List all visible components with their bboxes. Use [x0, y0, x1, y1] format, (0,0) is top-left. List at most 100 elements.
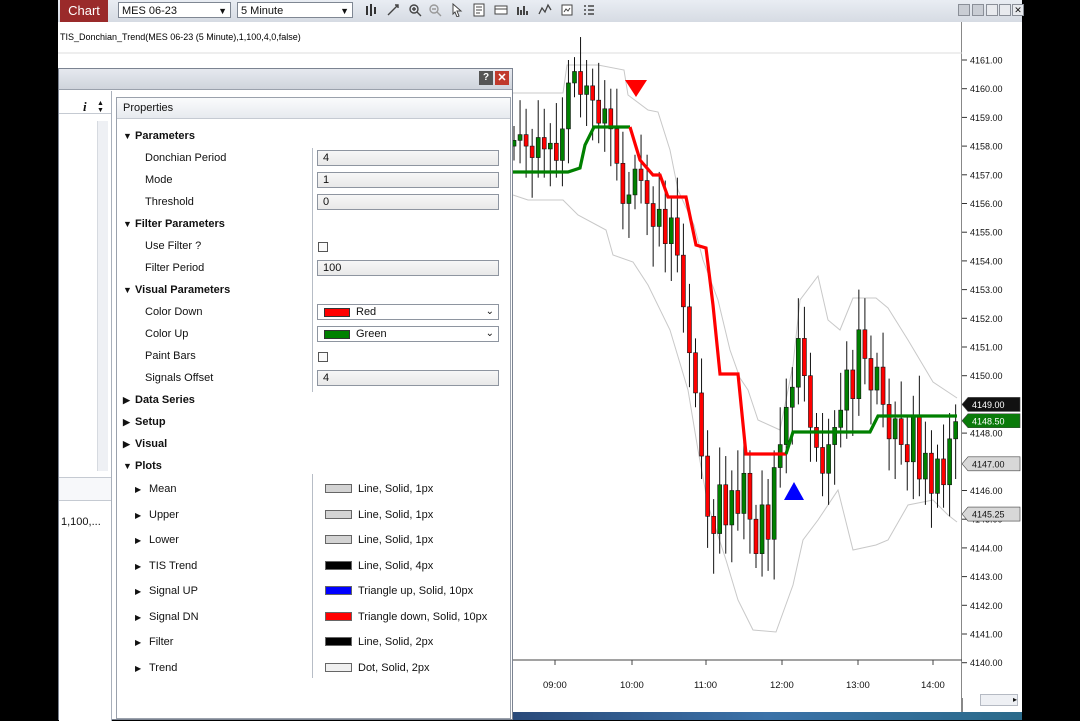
- threshold-input[interactable]: 0: [317, 194, 499, 210]
- templates-icon[interactable]: [560, 3, 574, 17]
- price-tick-label: 4152.00: [970, 314, 1003, 324]
- plot-name: Trend: [149, 661, 178, 674]
- minimize-icon[interactable]: [986, 4, 998, 16]
- list-scrollbar[interactable]: [97, 121, 108, 471]
- instrument-selector[interactable]: MES 06-23 ▼: [118, 2, 231, 18]
- plot-style-text: Dot, Solid, 2px: [358, 661, 430, 674]
- candle-body: [735, 490, 741, 514]
- category-visual[interactable]: ▶ Visual: [123, 438, 167, 450]
- plot-row-mean[interactable]: ▶ Mean: [135, 483, 177, 495]
- plot-row-trend[interactable]: ▶ Trend: [135, 662, 177, 674]
- data-box-icon[interactable]: [472, 3, 486, 17]
- mode-input[interactable]: 1: [317, 172, 499, 188]
- candle-body: [584, 85, 589, 95]
- category-data-series[interactable]: ▶ Data Series: [123, 394, 195, 406]
- candle-body: [523, 134, 529, 147]
- plot-style-value[interactable]: Triangle up, Solid, 10px: [325, 585, 473, 597]
- chart-trader-icon[interactable]: [494, 3, 508, 17]
- zoom-out-icon[interactable]: [428, 3, 442, 17]
- plot-row-filter[interactable]: ▶ Filter: [135, 636, 173, 648]
- dialog-title-bar[interactable]: ? ✕: [59, 69, 512, 90]
- signals-offset-label: Signals Offset: [145, 372, 214, 384]
- info-icon[interactable]: i: [83, 99, 87, 115]
- properties-list-icon[interactable]: [582, 3, 596, 17]
- sort-spinner-icon[interactable]: ▲ ▼: [97, 100, 104, 114]
- candle-body: [529, 145, 535, 158]
- category-visual-parameters[interactable]: ▼ Visual Parameters: [123, 284, 230, 296]
- candle-body: [777, 444, 783, 468]
- plot-style-value[interactable]: Dot, Solid, 2px: [325, 662, 430, 674]
- zoom-in-icon[interactable]: [408, 3, 422, 17]
- indicator-list[interactable]: i ▲ ▼ 1,100,...: [59, 91, 112, 721]
- candle-body: [880, 366, 886, 405]
- bar-type-icon[interactable]: [364, 3, 378, 17]
- color-down-select[interactable]: Red ⌄: [317, 304, 499, 320]
- pointer-icon[interactable]: [450, 3, 464, 17]
- plot-row-signal-dn[interactable]: ▶ Signal DN: [135, 611, 199, 623]
- plot-name: Signal DN: [149, 610, 199, 623]
- candle-body: [886, 404, 892, 440]
- candle-body: [826, 444, 831, 474]
- category-label: Filter Parameters: [135, 218, 225, 230]
- interval-selector[interactable]: 5 Minute ▼: [237, 2, 353, 18]
- color-down-value: Red: [356, 306, 377, 318]
- color-up-select[interactable]: Green ⌄: [317, 326, 499, 342]
- category-filter-parameters[interactable]: ▼ Filter Parameters: [123, 218, 225, 230]
- plot-row-signal-up[interactable]: ▶ Signal UP: [135, 585, 198, 597]
- category-parameters[interactable]: ▼ Parameters: [123, 130, 195, 142]
- candle-body: [802, 338, 807, 377]
- collapsed-triangle-icon: ▶: [123, 439, 130, 449]
- filter-period-input[interactable]: 100: [317, 260, 499, 276]
- indicators-icon[interactable]: [538, 3, 552, 17]
- green-swatch: [324, 330, 350, 339]
- filter-period-label: Filter Period: [145, 262, 205, 274]
- strategies-icon[interactable]: [516, 3, 530, 17]
- maximize-icon[interactable]: [999, 4, 1011, 16]
- plot-style-text: Line, Solid, 1px: [358, 508, 434, 521]
- plot-style-text: Triangle down, Solid, 10px: [358, 610, 488, 623]
- paint-bars-label: Paint Bars: [145, 350, 196, 362]
- time-tick-label: 10:00: [620, 680, 644, 691]
- plot-style-value[interactable]: Triangle down, Solid, 10px: [325, 611, 487, 623]
- candle-body: [541, 137, 547, 150]
- plot-row-tis-trend[interactable]: ▶ TIS Trend: [135, 560, 197, 572]
- price-tick-label: 4155.00: [970, 228, 1003, 238]
- candle-body: [681, 254, 686, 308]
- column-divider[interactable]: [312, 474, 313, 678]
- plot-style-value[interactable]: Line, Solid, 1px: [325, 534, 433, 546]
- close-button[interactable]: ✕: [495, 71, 509, 85]
- window-tile-icon[interactable]: [958, 4, 970, 16]
- help-button[interactable]: ?: [479, 71, 493, 85]
- category-label: Setup: [135, 416, 166, 428]
- collapsed-triangle-icon: ▶: [135, 536, 142, 545]
- column-divider[interactable]: [312, 148, 313, 392]
- price-tick-label: 4141.00: [970, 630, 1003, 640]
- indicators-dialog: ? ✕ i ▲ ▼ 1,100,... Properties ▼ Parameter…: [58, 68, 513, 721]
- signals-offset-input[interactable]: 4: [317, 370, 499, 386]
- plot-style-value[interactable]: Line, Solid, 2px: [325, 636, 433, 648]
- price-label-text: 4149.00: [972, 400, 1005, 410]
- plot-name: TIS Trend: [149, 559, 198, 572]
- collapsed-triangle-icon: ▶: [135, 663, 142, 673]
- plot-row-upper[interactable]: ▶ Upper: [135, 509, 179, 521]
- use-filter-checkbox[interactable]: [318, 242, 328, 252]
- drawing-tool-icon[interactable]: [386, 3, 400, 17]
- properties-title: Properties: [123, 102, 174, 114]
- applied-indicator-row[interactable]: 1,100,...: [61, 516, 101, 528]
- paint-bars-checkbox[interactable]: [318, 352, 328, 362]
- candle-body: [693, 352, 698, 394]
- candle-body: [892, 418, 898, 440]
- category-setup[interactable]: ▶ Setup: [123, 416, 166, 428]
- donchian-period-input[interactable]: 4: [317, 150, 499, 166]
- plot-style-value[interactable]: Line, Solid, 1px: [325, 483, 433, 495]
- chart-tab[interactable]: Chart: [60, 0, 108, 22]
- chart-scrollbar[interactable]: ▸: [980, 694, 1018, 706]
- candle-body: [814, 427, 819, 448]
- plot-row-lower[interactable]: ▶ Lower: [135, 534, 179, 546]
- close-window-icon[interactable]: ✕: [1012, 4, 1024, 16]
- plot-style-value[interactable]: Line, Solid, 1px: [325, 509, 433, 521]
- category-plots[interactable]: ▼ Plots: [123, 460, 162, 472]
- plot-style-value[interactable]: Line, Solid, 4px: [325, 560, 433, 572]
- candle-body: [904, 444, 910, 463]
- window-stack-icon[interactable]: [972, 4, 984, 16]
